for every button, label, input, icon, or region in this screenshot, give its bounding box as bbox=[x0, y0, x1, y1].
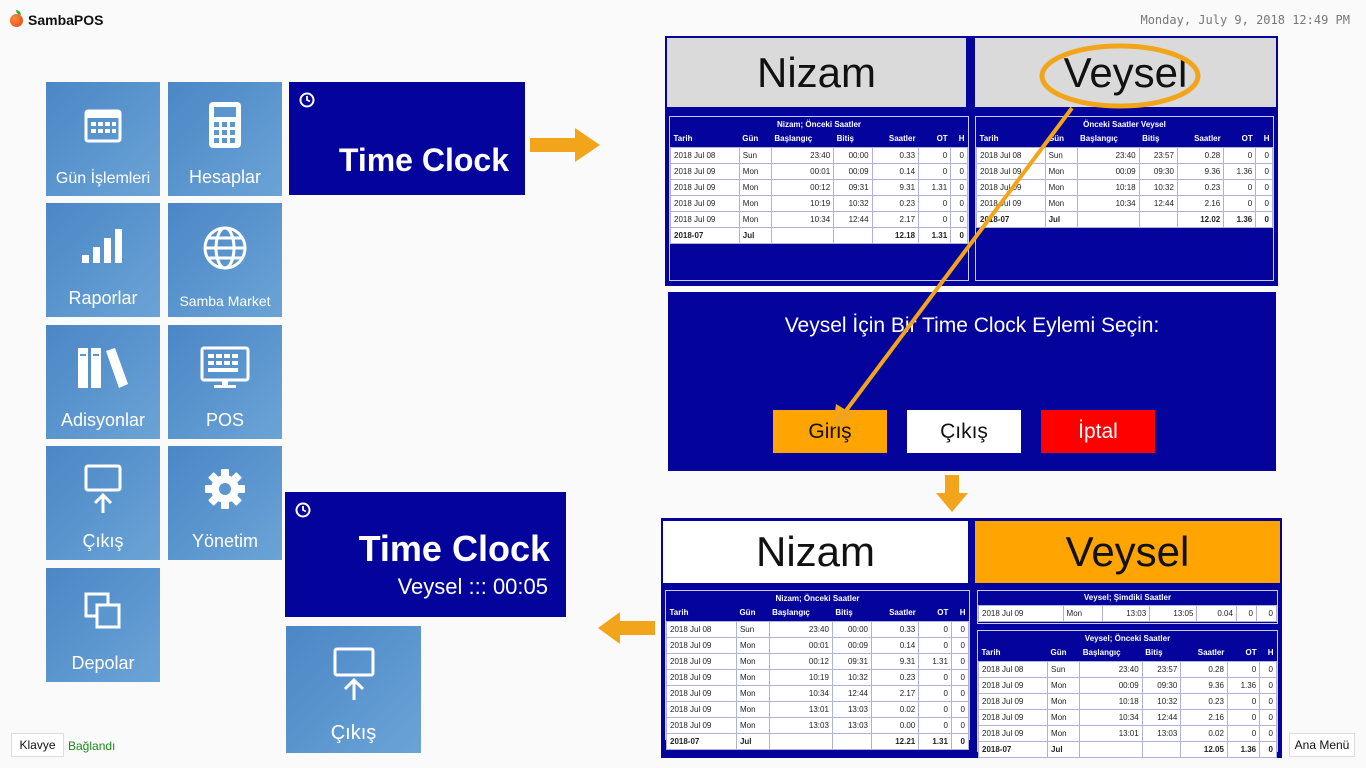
pointer-line bbox=[843, 106, 1074, 414]
pointer-head bbox=[833, 404, 856, 428]
keyboard-button[interactable]: Klavye bbox=[11, 733, 64, 757]
arrow-left-icon bbox=[598, 612, 655, 644]
connection-status: Bağlandı bbox=[68, 739, 116, 753]
arrow-down-icon bbox=[936, 475, 968, 512]
arrow-right-icon bbox=[530, 128, 600, 162]
screen: SambaPOS Monday, July 9, 2018 12:49 PM G… bbox=[0, 0, 1366, 768]
annotation-overlay bbox=[530, 43, 1201, 644]
highlight-ellipse bbox=[1039, 43, 1201, 109]
main-menu-button[interactable]: Ana Menü bbox=[1289, 733, 1355, 757]
